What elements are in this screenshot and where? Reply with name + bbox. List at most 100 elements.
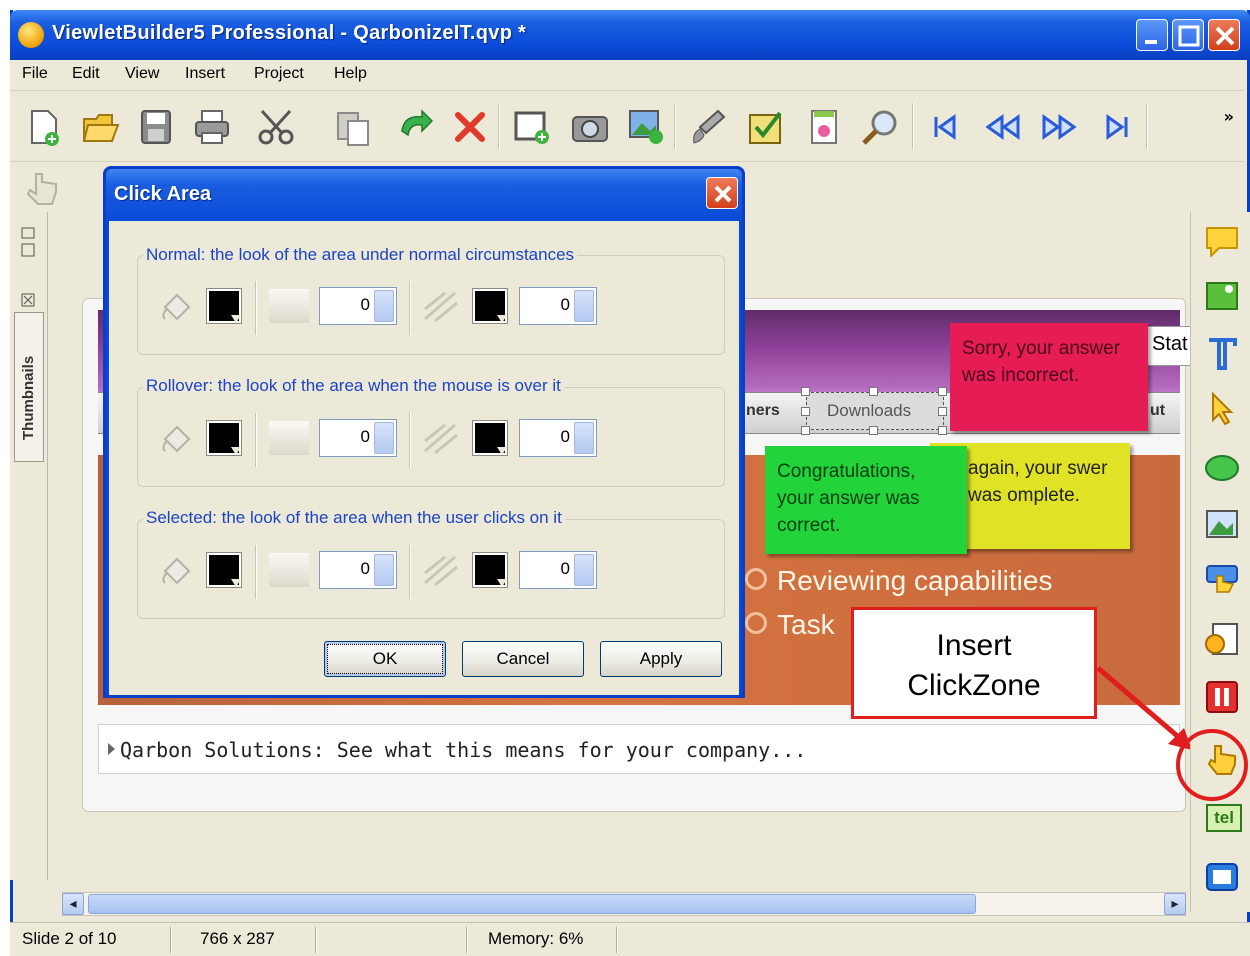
toolbar-separator — [912, 103, 914, 149]
clickzone-tool-icon[interactable] — [22, 164, 66, 208]
media-icon[interactable] — [1203, 620, 1241, 658]
status-separator — [616, 927, 618, 953]
incorrect-caption[interactable]: Sorry, your answer was incorrect. — [950, 323, 1148, 431]
textfield-icon[interactable]: tel — [1206, 804, 1242, 832]
window-title: ViewletBuilder5 Professional - Qarbonize… — [52, 22, 527, 44]
paste-icon[interactable] — [332, 107, 372, 147]
quiz-icon[interactable] — [746, 107, 786, 147]
toolbar-separator — [1146, 103, 1148, 149]
selected-border-color-button[interactable] — [472, 552, 508, 588]
last-icon[interactable] — [1098, 107, 1138, 147]
dialog-title: Click Area — [114, 183, 212, 205]
play-triangle-icon — [108, 743, 115, 755]
zoom-icon[interactable] — [860, 107, 900, 147]
selected-fill-color-button[interactable] — [206, 552, 242, 588]
main-toolbar: » — [10, 90, 1244, 162]
delete-icon[interactable] — [450, 107, 490, 147]
menu-view[interactable]: View — [125, 65, 159, 83]
resize-handle[interactable] — [938, 407, 947, 416]
maximize-button[interactable] — [1172, 19, 1204, 51]
open-icon[interactable] — [80, 107, 120, 147]
slide-nav-item: ut — [1150, 402, 1166, 419]
pause-icon[interactable] — [1203, 678, 1241, 716]
first-icon[interactable] — [924, 107, 964, 147]
normal-border-width-spinner[interactable]: 0 — [519, 287, 597, 325]
float-panel-icon[interactable] — [20, 226, 38, 262]
toolbar-overflow-button[interactable]: » — [1224, 107, 1234, 126]
undo-icon[interactable] — [394, 107, 434, 147]
insert-image-icon[interactable] — [626, 107, 666, 147]
selected-group-label: Selected: the look of the area when the … — [143, 508, 565, 528]
app-icon — [18, 22, 44, 48]
dialog-close-button[interactable] — [706, 177, 738, 209]
rewind-icon[interactable] — [982, 107, 1022, 147]
close-panel-icon[interactable] — [20, 292, 38, 310]
resize-handle[interactable] — [869, 426, 878, 435]
cut-icon[interactable] — [256, 107, 296, 147]
text-icon[interactable] — [1203, 334, 1241, 372]
callout-icon[interactable] — [1203, 222, 1241, 260]
scroll-left-button[interactable]: ◂ — [62, 893, 84, 915]
rollover-gradient-swatch — [269, 421, 309, 455]
highlight-icon[interactable] — [1203, 277, 1241, 315]
print-icon[interactable] — [192, 107, 232, 147]
rollover-fill-color-button[interactable] — [206, 420, 242, 456]
menu-edit[interactable]: Edit — [72, 65, 100, 83]
rollover-border-width-spinner[interactable]: 0 — [519, 419, 597, 457]
status-separator — [170, 927, 172, 953]
dialog-separator — [409, 413, 411, 467]
resize-handle[interactable] — [938, 387, 947, 396]
normal-gradient-swatch — [269, 289, 309, 323]
brush-icon[interactable] — [688, 107, 728, 147]
new-icon[interactable] — [24, 107, 64, 147]
dialog-separator — [255, 281, 257, 335]
resize-handle[interactable] — [801, 387, 810, 396]
pointer-icon[interactable] — [1203, 390, 1241, 428]
apply-button[interactable]: Apply — [600, 641, 722, 677]
dialog-separator — [409, 281, 411, 335]
selected-border-width-spinner[interactable]: 0 — [519, 551, 597, 589]
normal-border-color-button[interactable] — [472, 288, 508, 324]
capture-icon[interactable] — [570, 107, 610, 147]
ok-button[interactable]: OK — [324, 641, 446, 677]
add-frame-icon[interactable] — [512, 107, 552, 147]
clickzone-highlight-circle — [1176, 729, 1248, 801]
correct-caption[interactable]: Congratulations, your answer was correct… — [765, 446, 967, 554]
resize-handle[interactable] — [801, 407, 810, 416]
slide-stat-box: Stat — [1147, 326, 1191, 366]
resize-handle[interactable] — [869, 387, 878, 396]
title-bar[interactable]: ViewletBuilder5 Professional - Qarbonize… — [10, 10, 1250, 60]
scroll-right-button[interactable]: ▸ — [1164, 893, 1186, 915]
rollover-border-color-button[interactable] — [472, 420, 508, 456]
downloads-clickzone[interactable]: Downloads — [806, 392, 944, 430]
minimize-button[interactable] — [1136, 19, 1168, 51]
image-icon[interactable] — [1203, 505, 1241, 543]
menu-project[interactable]: Project — [254, 65, 304, 83]
cancel-button[interactable]: Cancel — [462, 641, 584, 677]
menu-insert[interactable]: Insert — [185, 65, 225, 83]
save-icon[interactable] — [136, 107, 176, 147]
rollover-fill-transparency-spinner[interactable]: 0 — [319, 419, 397, 457]
border-pen-icon — [424, 555, 458, 587]
dialog-title-bar[interactable]: Click Area — [106, 169, 742, 221]
rollover-group-label: Rollover: the look of the area when the … — [143, 376, 564, 396]
resize-handle[interactable] — [801, 426, 810, 435]
publish-icon[interactable] — [804, 107, 844, 147]
fill-bucket-icon — [162, 293, 191, 321]
resize-handle[interactable] — [938, 426, 947, 435]
menu-help[interactable]: Help — [334, 65, 367, 83]
shape-icon[interactable] — [1203, 448, 1241, 486]
menu-file[interactable]: File — [22, 65, 48, 83]
border-pen-icon — [424, 291, 458, 323]
flash-icon[interactable] — [1203, 858, 1241, 896]
button-icon[interactable] — [1203, 562, 1241, 600]
close-button[interactable] — [1208, 19, 1240, 51]
scrollbar-thumb[interactable] — [88, 894, 976, 914]
normal-fill-color-button[interactable] — [206, 288, 242, 324]
dialog-body: Normal: the look of the area under norma… — [109, 221, 739, 695]
selected-fill-transparency-spinner[interactable]: 0 — [319, 551, 397, 589]
forward-icon[interactable] — [1040, 107, 1080, 147]
normal-fill-transparency-spinner[interactable]: 0 — [319, 287, 397, 325]
status-memory: Memory: 6% — [488, 929, 584, 948]
dialog-separator — [255, 545, 257, 599]
